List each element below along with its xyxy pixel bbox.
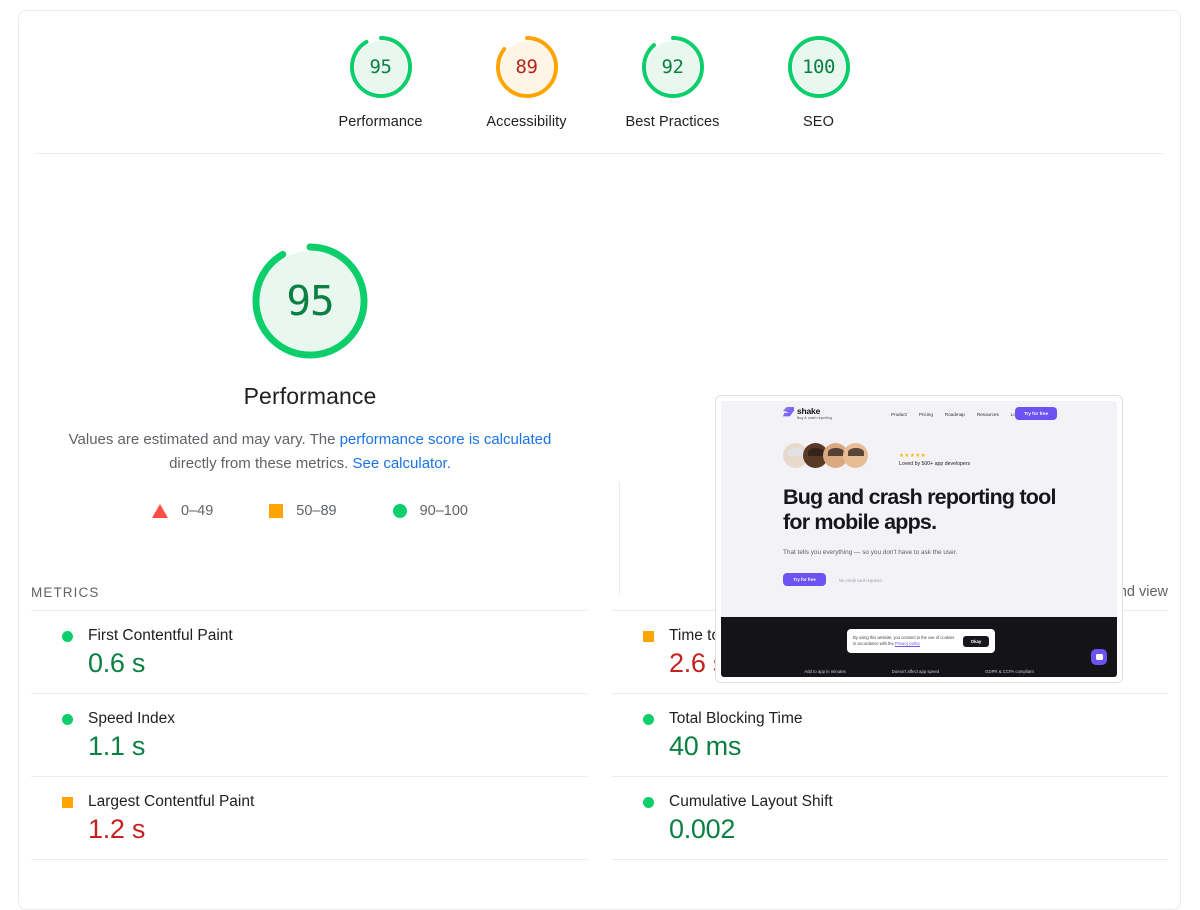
category-score-value: 89 [515,56,538,78]
legend-range: 90–100 [419,503,468,519]
chat-widget-icon [1091,649,1107,665]
star-rating-icon: ★★★★★ [899,453,927,459]
site-subheadline: That tells you everything — so you don't… [783,549,958,556]
site-nav-link: Resources [976,412,999,417]
metric-divider [31,859,587,873]
performance-score-link[interactable]: performance score is calculated [340,431,552,448]
performance-hero: 95 Performance Values are estimated and … [19,154,1180,683]
description-text-1: Values are estimated and may vary. The [68,431,340,448]
shake-logo-icon [783,407,794,417]
metric-name: Largest Contentful Paint [88,793,255,810]
site-nav-link: Product [891,412,907,417]
status-square-icon [643,630,654,642]
category-label: Best Practices [625,114,720,130]
category-label: Accessibility [486,114,567,130]
score-legend: 0–49 50–89 90–100 [152,503,468,519]
category-gauge: 89 [493,33,561,101]
lighthouse-report-card: 95 Performance 89 Accessibility 92 Best Pract… [18,10,1181,910]
metric-name: Speed Index [88,710,176,727]
category-label: SEO [803,114,834,130]
site-nav-menu: ProductPricingRoadmapResourcesLog in [891,412,1023,417]
cookie-okay-button: Okay [963,635,989,647]
category-score-seo[interactable]: 100 SEO [746,33,892,130]
status-circle-icon [643,796,654,808]
site-feature-item: GDPR & CCPA compliant [985,669,1034,674]
site-no-card-note: No credit card required [839,578,882,583]
metric-item[interactable]: Largest Contentful Paint 1.2 s [31,776,587,859]
triangle-red-icon [152,504,168,518]
status-square-icon [62,796,73,808]
site-feature-item: Doesn't affect app speed [891,669,940,674]
metric-divider [612,859,1168,873]
category-gauge: 92 [639,33,707,101]
category-score-performance[interactable]: 95 Performance [308,33,454,130]
status-circle-icon [62,630,73,642]
site-logo-name: shake [797,406,821,416]
category-scores-row: 95 Performance 89 Accessibility 92 Best Pract… [19,11,1180,153]
legend-item: 90–100 [392,503,468,519]
privacy-policy-link: Privacy policy [894,641,920,646]
metric-value: 0.6 s [88,648,146,678]
status-circle-icon [62,713,73,725]
site-rating: ★★★★★ Loved by 500+ app developers [899,453,970,467]
metric-value: 1.1 s [88,731,146,761]
category-score-value: 92 [661,56,684,78]
metric-item[interactable]: First Contentful Paint 0.6 s [31,610,587,693]
category-label: Performance [338,114,423,130]
metric-name: First Contentful Paint [88,627,233,644]
site-nav-link: Roadmap [944,412,965,417]
metric-item[interactable]: Speed Index 1.1 s [31,693,587,776]
status-circle-icon [643,713,654,725]
metric-name: Cumulative Layout Shift [669,793,833,810]
site-feature-strip: Add to app in minutes Doesn't affect app … [721,669,1117,674]
legend-item: 0–49 [152,503,213,519]
square-orange-icon [269,504,284,518]
category-score-best-practices[interactable]: 92 Best Practices [600,33,746,130]
site-nav-link: Pricing [918,412,933,417]
site-logo-tagline: Bug & crash reporting [797,416,832,420]
site-nav-cta-button: Try for free [1015,407,1057,420]
hero-vertical-divider [619,482,620,595]
metrics-title: METRICS [31,584,100,600]
category-gauge: 100 [785,33,853,101]
metric-value: 1.2 s [88,814,146,844]
category-score-accessibility[interactable]: 89 Accessibility [454,33,600,130]
metric-value: 40 ms [669,731,742,761]
avatar [843,443,868,468]
site-rating-text: Loved by 500+ app developers [899,461,971,467]
category-score-value: 95 [369,56,392,78]
performance-title: Performance [243,383,377,409]
metric-item[interactable]: Cumulative Layout Shift 0.002 [612,776,1168,859]
see-calculator-link[interactable]: See calculator. [352,455,450,472]
metric-name: Total Blocking Time [669,710,803,727]
legend-range: 0–49 [181,503,214,519]
description-text-2: directly from these metrics. [169,455,353,472]
category-gauge: 95 [347,33,415,101]
final-screenshot: shake Bug & crash reporting Product Prici… [721,401,1117,677]
site-avatars [783,443,868,468]
site-headline: Bug and crash reporting tool for mobile … [783,485,1056,534]
hero-gauge-panel: 95 Performance Values are estimated and … [19,238,601,574]
metric-value: 0.002 [669,814,736,844]
circle-green-icon [392,504,407,518]
site-navbar: shake Bug & crash reporting Product Prici… [721,401,1117,430]
cookie-consent-banner: By using this website, you consent to th… [847,629,995,653]
legend-range: 50–89 [296,503,337,519]
final-screenshot-frame: shake Bug & crash reporting Product Prici… [715,395,1123,683]
category-score-value: 100 [802,56,835,78]
site-cta-button: Try for free [783,573,826,586]
metrics-column-left: First Contentful Paint 0.6 s Speed Index 1.… [31,610,587,873]
site-feature-item: Add to app in minutes [804,669,846,674]
performance-score: 95 [286,277,334,325]
site-logo: shake Bug & crash reporting [783,407,832,420]
legend-item: 50–89 [269,503,337,519]
performance-gauge: 95 [247,238,373,364]
performance-description: Values are estimated and may vary. The p… [58,428,563,476]
metric-item[interactable]: Total Blocking Time 40 ms [612,693,1168,776]
